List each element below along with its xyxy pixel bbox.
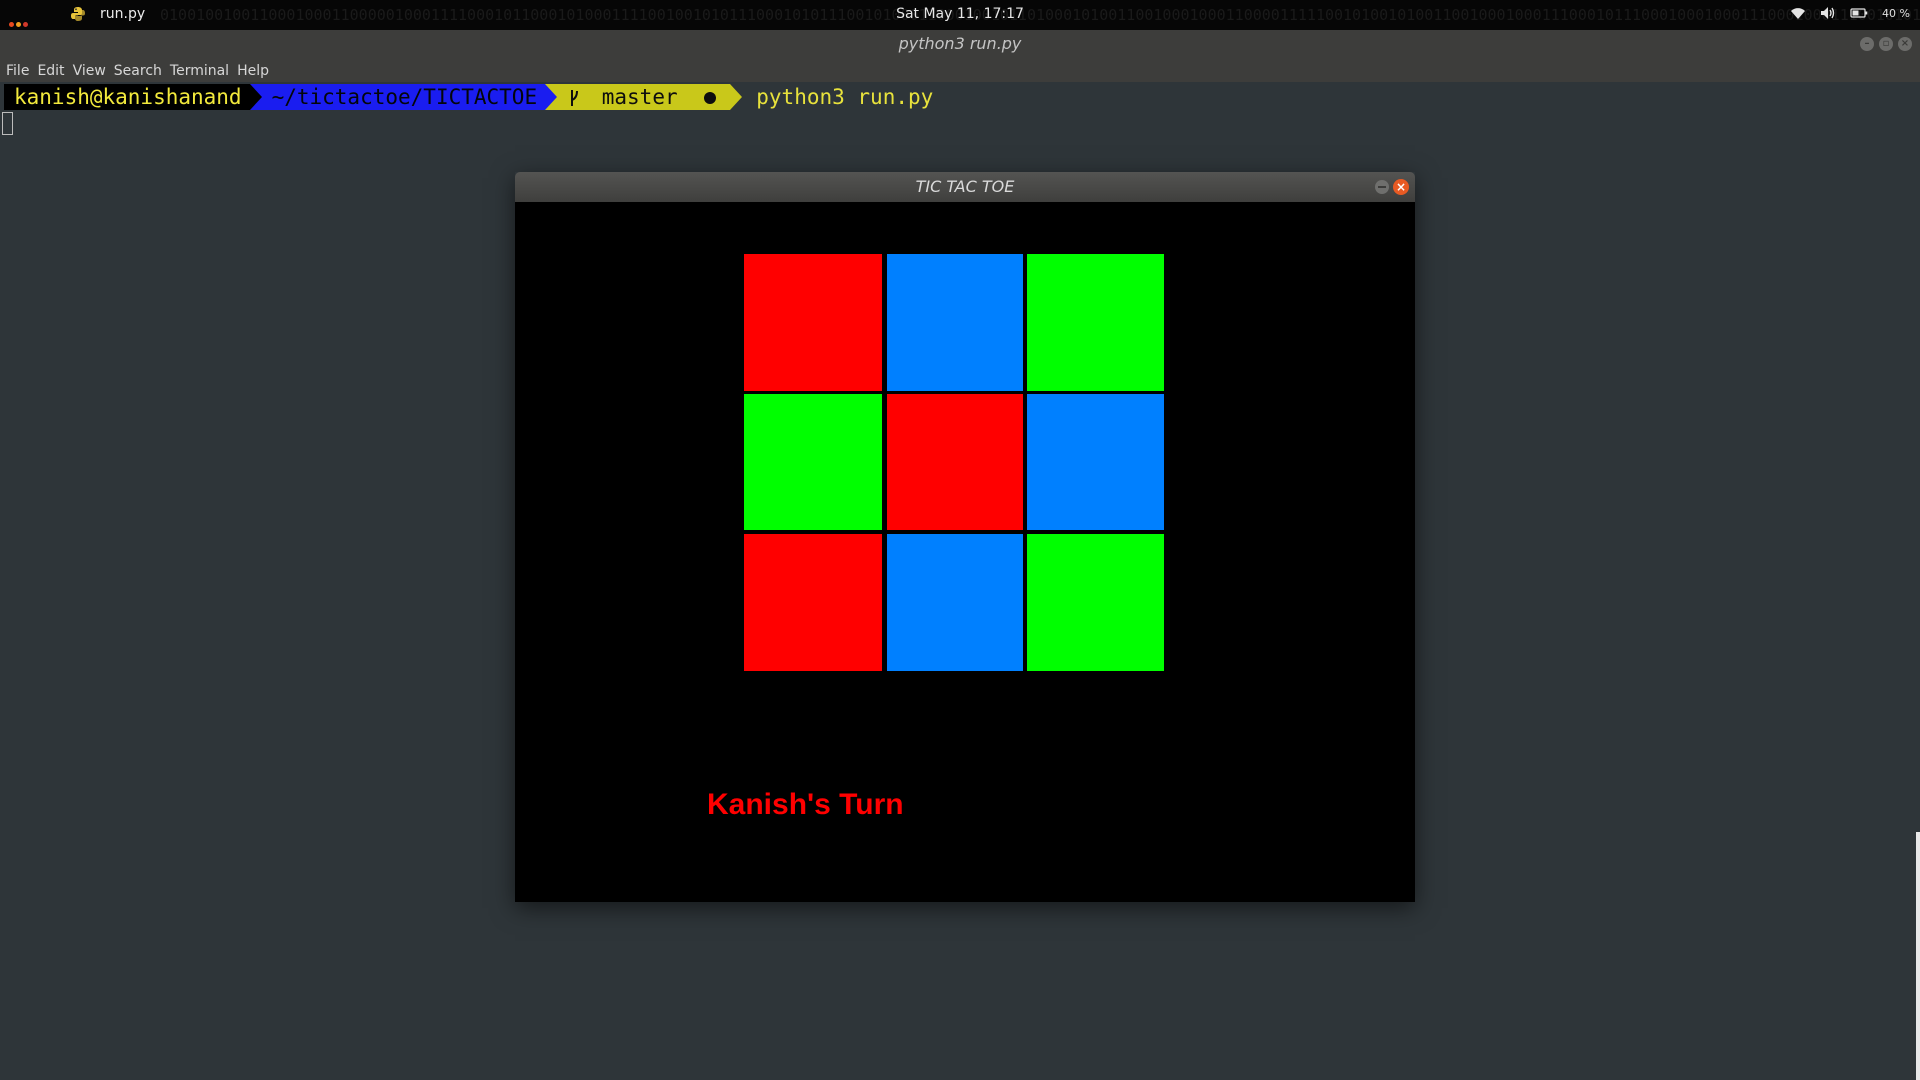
board-cell-1-0[interactable] <box>744 394 882 530</box>
panel-clock[interactable]: Sat May 11, 17:17 <box>896 6 1024 22</box>
board-cell-0-0[interactable] <box>744 254 882 391</box>
tictactoe-window-title: TIC TAC TOE <box>915 177 1015 196</box>
prompt-user-segment: kanish@kanishanand <box>4 84 262 110</box>
prompt-separator-icon <box>545 84 558 110</box>
terminal-scrollbar[interactable] <box>1916 832 1920 1080</box>
minimize-icon[interactable]: – <box>1860 37 1874 51</box>
prompt-git-branch: master <box>601 85 678 109</box>
prompt-git-segment: master <box>545 84 743 110</box>
volume-icon[interactable] <box>1820 6 1836 20</box>
prompt-directory-segment: ~/tictactoe/TICTACTOE <box>249 84 558 110</box>
battery-icon[interactable] <box>1850 7 1868 19</box>
panel-binary-pattern: 0100100100110001000110000010001111000101… <box>160 6 1920 24</box>
active-app-name[interactable]: run.py <box>100 6 145 22</box>
maximize-icon[interactable]: ▫ <box>1879 37 1893 51</box>
top-panel: 0100100100110001000110000010001111000101… <box>0 0 1920 30</box>
git-branch-icon <box>569 85 592 109</box>
board-cell-2-0[interactable] <box>744 534 882 671</box>
terminal-titlebar[interactable]: python3 run.py – ▫ × <box>0 30 1920 62</box>
board-cell-0-2[interactable] <box>1027 254 1164 391</box>
terminal-window-title: python3 run.py <box>898 34 1022 53</box>
board-cell-0-1[interactable] <box>887 254 1023 391</box>
terminal-cursor <box>2 112 13 135</box>
prompt-separator-icon <box>730 84 743 110</box>
turn-indicator: Kanish's Turn <box>707 788 904 821</box>
board-cell-1-1[interactable] <box>887 394 1023 530</box>
window-menu-dots-icon[interactable] <box>9 12 30 30</box>
prompt-separator-icon <box>249 84 262 110</box>
menu-edit[interactable]: Edit <box>37 62 64 82</box>
menu-view[interactable]: View <box>73 62 106 82</box>
python-app-icon[interactable] <box>70 6 86 22</box>
board-cell-2-1[interactable] <box>887 534 1023 671</box>
prompt-user-host: kanish@kanishanand <box>14 85 242 109</box>
menu-file[interactable]: File <box>6 62 29 82</box>
close-icon[interactable]: × <box>1898 37 1912 51</box>
minimize-icon[interactable] <box>1375 180 1389 194</box>
board-cell-1-2[interactable] <box>1027 394 1164 530</box>
git-dirty-indicator-icon <box>704 92 717 104</box>
game-canvas: Kanish's Turn <box>515 202 1415 902</box>
tictactoe-titlebar[interactable]: TIC TAC TOE × <box>515 172 1415 202</box>
close-icon[interactable]: × <box>1393 179 1409 195</box>
prompt-command: python3 run.py <box>756 85 934 109</box>
tictactoe-window: TIC TAC TOE × Kanish's Turn <box>515 172 1415 902</box>
terminal-window-controls: – ▫ × <box>1860 37 1912 51</box>
menu-help[interactable]: Help <box>237 62 269 82</box>
menu-terminal[interactable]: Terminal <box>170 62 229 82</box>
shell-prompt: kanish@kanishanand ~/tictactoe/TICTACTOE… <box>4 84 933 110</box>
system-tray: 40 % <box>1790 6 1910 20</box>
menu-search[interactable]: Search <box>114 62 162 82</box>
terminal-menubar: File Edit View Search Terminal Help <box>0 62 1920 82</box>
wifi-icon[interactable] <box>1790 6 1806 20</box>
battery-percentage[interactable]: 40 % <box>1882 7 1910 20</box>
board-cell-2-2[interactable] <box>1027 534 1164 671</box>
prompt-directory: ~/tictactoe/TICTACTOE <box>271 85 538 109</box>
